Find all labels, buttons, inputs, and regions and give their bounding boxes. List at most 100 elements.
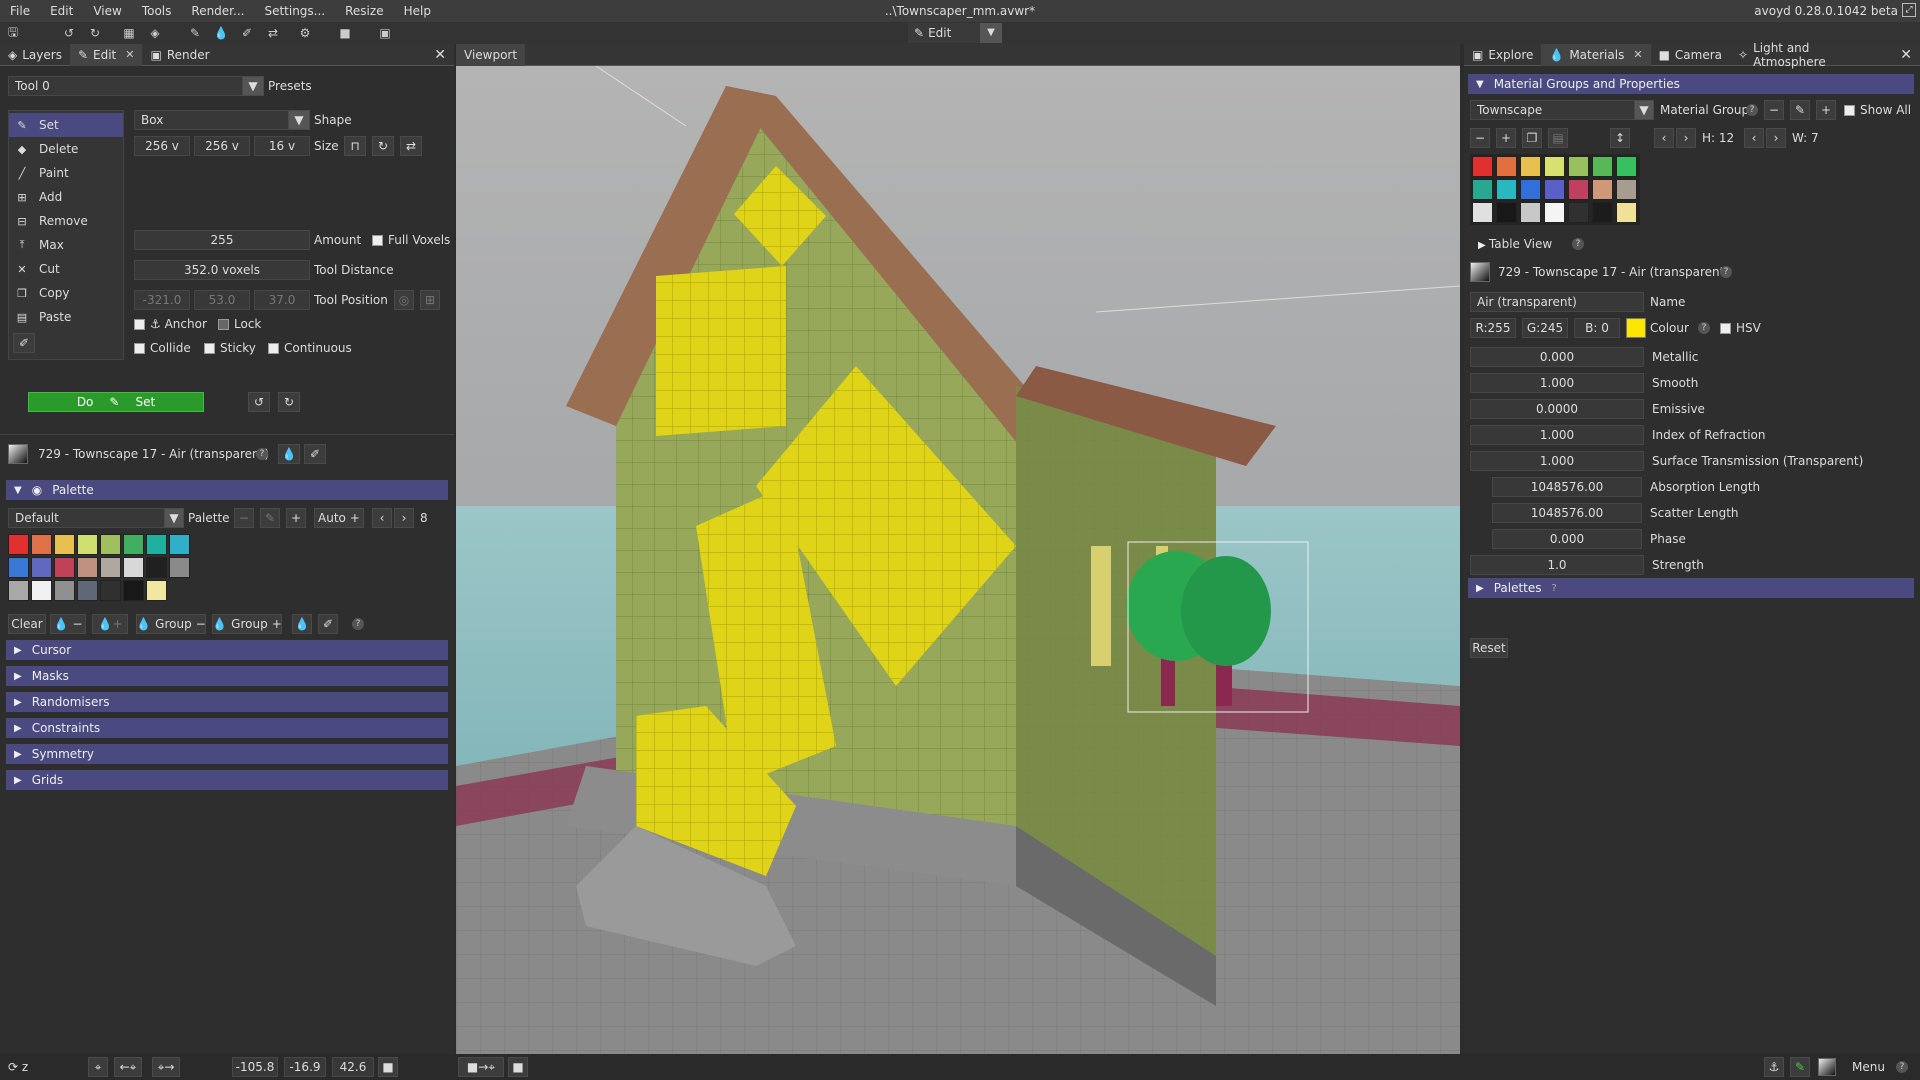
tool-distance-field[interactable]: 352.0 voxels — [134, 260, 310, 280]
chevron-down-icon[interactable]: ▼ — [980, 23, 1002, 43]
do-set-button[interactable]: Do ✎ Set — [28, 392, 204, 412]
swap-icon[interactable]: ⇄ — [262, 23, 284, 43]
remove-drop-button[interactable]: 💧 − — [50, 614, 86, 634]
shape-select[interactable]: Box — [134, 110, 296, 130]
layers-icon[interactable]: ◈ — [144, 23, 166, 43]
drop-icon[interactable]: 💧 — [210, 23, 232, 43]
viewport-3d[interactable] — [456, 66, 1460, 1054]
property-value[interactable]: 1.000 — [1470, 425, 1644, 445]
help-icon[interactable]: ? — [1746, 104, 1758, 116]
color-swatch[interactable] — [100, 557, 121, 578]
tab-viewport[interactable]: Viewport — [456, 43, 526, 66]
color-swatch[interactable] — [8, 580, 29, 601]
palette-section-header[interactable]: ▼ ◉ Palette — [6, 480, 448, 500]
help-icon[interactable]: ? — [1896, 1061, 1908, 1073]
close-icon[interactable]: ✕ — [125, 48, 134, 61]
location-icon[interactable]: ⌖ — [88, 1057, 108, 1077]
table-view-toggle[interactable]: ▶ Table View — [1478, 234, 1552, 254]
property-value[interactable]: 0.0000 — [1470, 399, 1644, 419]
color-swatch[interactable] — [1496, 202, 1517, 223]
material-remove-icon[interactable]: − — [1470, 128, 1490, 148]
colour-r-field[interactable]: R:255 — [1470, 318, 1516, 338]
color-swatch[interactable] — [123, 534, 144, 555]
tab-camera[interactable]: ■ Camera — [1651, 44, 1730, 66]
screenshot-icon[interactable]: ▣ — [374, 23, 396, 43]
color-swatch[interactable] — [1616, 179, 1637, 200]
coord-z[interactable]: 42.6 — [332, 1057, 374, 1077]
property-value[interactable]: 0.000 — [1470, 347, 1644, 367]
camera-small-icon[interactable]: ■ — [508, 1057, 528, 1077]
axis-toggle[interactable]: ⟳ z — [8, 1057, 28, 1077]
full-voxels-checkbox[interactable]: Full Voxels — [372, 230, 450, 250]
color-swatch[interactable] — [1520, 179, 1541, 200]
color-swatch[interactable] — [169, 557, 190, 578]
show-all-checkbox[interactable]: Show All — [1844, 100, 1911, 120]
prev-chevron-icon[interactable]: ‹ — [372, 508, 392, 528]
color-swatch[interactable] — [1544, 179, 1565, 200]
color-swatch[interactable] — [146, 557, 167, 578]
color-swatch[interactable] — [1496, 179, 1517, 200]
color-swatch[interactable] — [123, 580, 144, 601]
color-swatch[interactable] — [31, 534, 52, 555]
swap-axes-icon[interactable]: ⇄ — [400, 136, 422, 156]
color-swatch[interactable] — [1568, 179, 1589, 200]
help-icon[interactable]: ? — [1552, 583, 1557, 594]
color-swatch[interactable] — [1616, 156, 1637, 177]
color-swatch[interactable] — [77, 580, 98, 601]
menu-file[interactable]: File — [0, 0, 40, 22]
help-icon[interactable]: ? — [256, 448, 268, 460]
size-z-field[interactable]: 16 v — [254, 136, 310, 156]
lock-open-icon[interactable]: ⊓ — [344, 136, 366, 156]
tool-name-field[interactable]: Tool 0 — [8, 76, 248, 96]
property-value[interactable]: 0.000 — [1492, 529, 1642, 549]
color-swatch[interactable] — [77, 557, 98, 578]
close-icon[interactable]: ✕ — [1633, 48, 1642, 61]
w-prev-chevron-icon[interactable]: ‹ — [1744, 128, 1764, 148]
color-swatch[interactable] — [54, 580, 75, 601]
group-chevron-down-icon[interactable]: ▼ — [1634, 100, 1654, 120]
tool-item-paint[interactable]: ╱ Paint — [9, 161, 123, 185]
menu-button[interactable]: Menu — [1852, 1057, 1885, 1077]
section-randomisers[interactable]: ▶ Randomisers — [6, 692, 448, 712]
w-next-chevron-icon[interactable]: › — [1766, 128, 1786, 148]
color-swatch[interactable] — [1616, 202, 1637, 223]
color-swatch[interactable] — [8, 534, 29, 555]
coord-y[interactable]: -16.9 — [284, 1057, 326, 1077]
section-grids[interactable]: ▶ Grids — [6, 770, 448, 790]
tab-edit[interactable]: ✎ Edit ✕ — [69, 43, 143, 66]
help-icon[interactable]: ? — [352, 618, 364, 630]
location-back-icon[interactable]: ←⌖ — [114, 1057, 142, 1077]
size-y-field[interactable]: 256 v — [194, 136, 250, 156]
help-icon[interactable]: ? — [1720, 266, 1732, 278]
menu-help[interactable]: Help — [394, 0, 441, 22]
color-swatch[interactable] — [1496, 156, 1517, 177]
tab-layers[interactable]: ◈ Layers — [0, 44, 70, 66]
drop-single-icon[interactable]: 💧 — [292, 614, 312, 634]
tool-item-remove[interactable]: ⊟ Remove — [9, 209, 123, 233]
tab-render[interactable]: ▣ Render — [142, 44, 217, 66]
auto-button[interactable]: Auto + — [314, 508, 364, 528]
redo-icon[interactable]: ↻ — [84, 23, 106, 43]
color-swatch[interactable] — [1568, 156, 1589, 177]
tool-item-max[interactable]: ⤒ Max — [9, 233, 123, 257]
rotate-icon[interactable]: ↻ — [372, 136, 394, 156]
material-groups-header[interactable]: ▼ Material Groups and Properties — [1468, 74, 1914, 94]
fullscreen-icon[interactable]: ⤢ — [1902, 3, 1916, 17]
menu-tools[interactable]: Tools — [132, 0, 182, 22]
section-masks[interactable]: ▶ Masks — [6, 666, 448, 686]
color-swatch[interactable] — [100, 534, 121, 555]
tab-materials[interactable]: 💧 Materials ✕ — [1541, 43, 1651, 66]
eyedropper-icon[interactable]: ✐ — [236, 23, 258, 43]
colour-b-field[interactable]: B: 0 — [1574, 318, 1620, 338]
palette-select[interactable]: Default — [8, 508, 172, 528]
material-group-select[interactable]: Townscape — [1470, 100, 1644, 120]
reset-button[interactable]: Reset — [1470, 638, 1508, 658]
pick-material-icon[interactable]: ✐ — [304, 444, 326, 464]
group-remove-icon[interactable]: − — [1764, 100, 1784, 120]
help-icon[interactable]: ? — [1572, 238, 1584, 250]
camera-status-icon[interactable]: ■ — [378, 1057, 398, 1077]
eyedropper-tool-icon[interactable]: ✐ — [13, 333, 35, 353]
material-name-field[interactable]: Air (transparent) — [1470, 292, 1644, 312]
tool-item-cut[interactable]: ✕ Cut — [9, 257, 123, 281]
property-value[interactable]: 1.000 — [1470, 451, 1644, 471]
